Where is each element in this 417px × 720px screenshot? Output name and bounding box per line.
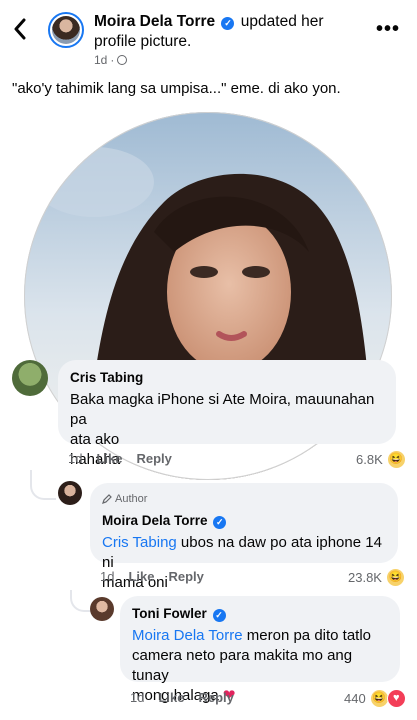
reaction-count: 440 — [344, 691, 366, 706]
comment-text-line: Moira Dela Torre meron pa dito tatlo — [132, 626, 388, 646]
haha-reaction-icon: 😆 — [369, 689, 389, 708]
commenter-avatar[interactable] — [58, 481, 82, 505]
commenter-avatar[interactable] — [90, 597, 114, 621]
comment-text-line: Cris Tabing ubos na daw po ata iphone 14… — [102, 533, 386, 573]
reaction-summary[interactable]: 6.8K 😆 — [356, 450, 406, 469]
haha-reaction-icon: 😆 — [385, 568, 405, 587]
comment-actions: 1d Like Reply — [130, 690, 234, 705]
globe-icon — [117, 55, 128, 65]
chevron-left-icon — [14, 18, 26, 40]
mention-link[interactable]: Cris Tabing — [102, 534, 177, 551]
meta-separator: · — [110, 53, 115, 67]
haha-reaction-icon: 😆 — [386, 450, 406, 469]
pen-icon — [102, 494, 112, 504]
comment-bubble: Toni Fowler ✓ Moira Dela Torre meron pa … — [120, 596, 400, 704]
post-header: Moira Dela Torre ✓ updated her profile p… — [94, 12, 366, 52]
comment-author[interactable]: Cris Tabing — [70, 368, 384, 388]
post-time[interactable]: 1d — [94, 53, 107, 67]
comment-bubble: Author Moira Dela Torre ✓ Cris Tabing ub… — [90, 483, 398, 591]
more-options-button[interactable]: ••• — [376, 18, 400, 41]
reaction-count: 6.8K — [356, 452, 383, 467]
like-button[interactable]: Like — [158, 690, 184, 705]
mention-link[interactable]: Moira Dela Torre — [132, 627, 243, 644]
comment-text-line: ata ako — [70, 431, 120, 448]
author-badge-label: Author — [115, 493, 148, 505]
comment-bubble: Cris Tabing Baka magka iPhone si Ate Moi… — [58, 360, 396, 468]
reply-button[interactable]: Reply — [168, 569, 203, 584]
thread-line — [30, 470, 56, 500]
verified-badge-icon: ✓ — [212, 609, 226, 622]
like-button[interactable]: Like — [96, 451, 122, 466]
back-button[interactable] — [8, 14, 32, 44]
comment-time[interactable]: 1d — [130, 690, 144, 705]
post-caption: "ako'y tahimik lang sa umpisa..." eme. d… — [12, 80, 341, 97]
comment-text-line: Baka magka iPhone si Ate Moira, mauunaha… — [70, 391, 375, 428]
reply-button[interactable]: Reply — [198, 690, 233, 705]
love-reaction-icon: ♥ — [386, 689, 406, 708]
comment-author-name: Toni Fowler — [132, 606, 207, 621]
thread-line — [70, 590, 90, 612]
comment-author[interactable]: Toni Fowler ✓ — [132, 604, 388, 624]
reply-button[interactable]: Reply — [136, 451, 171, 466]
comment-author-name: Moira Dela Torre — [102, 513, 208, 528]
verified-badge-icon: ✓ — [213, 516, 227, 529]
commenter-avatar[interactable] — [12, 360, 48, 396]
comment-text-line: camera neto para makita mo ang tunay — [132, 647, 353, 684]
post-meta: 1d · — [94, 53, 128, 67]
comment-actions: 1d Like Reply — [68, 451, 172, 466]
comment-time[interactable]: 1d — [68, 451, 82, 466]
reaction-summary[interactable]: 23.8K 😆 — [348, 568, 405, 587]
author-name[interactable]: Moira Dela Torre — [94, 13, 215, 30]
comment-actions: 1d Like Reply — [100, 569, 204, 584]
comment-time[interactable]: 1d — [100, 569, 114, 584]
comment-author[interactable]: Moira Dela Torre ✓ — [102, 511, 386, 531]
profile-avatar[interactable] — [48, 12, 84, 48]
reaction-summary[interactable]: 440 😆 ♥ — [344, 689, 406, 708]
reaction-count: 23.8K — [348, 570, 382, 585]
verified-badge-icon: ✓ — [221, 17, 235, 30]
comment-text: meron pa dito tatlo — [242, 627, 372, 644]
like-button[interactable]: Like — [128, 569, 154, 584]
author-badge: Author — [102, 489, 386, 509]
